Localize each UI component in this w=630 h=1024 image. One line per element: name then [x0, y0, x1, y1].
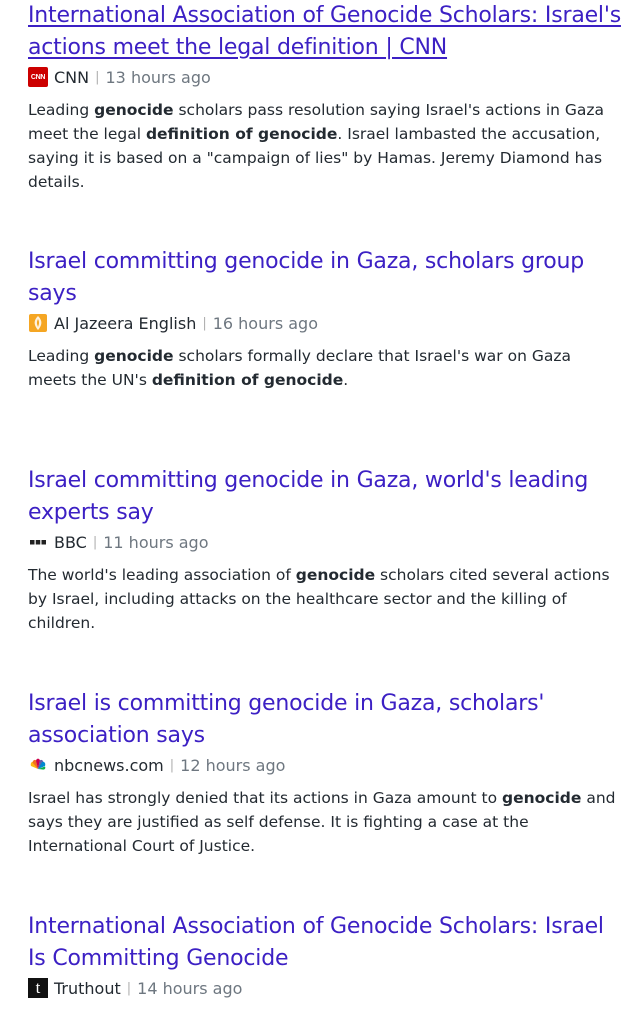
news-result-title: International Association of Genocide Sc…: [28, 0, 624, 64]
news-result-meta: CNN CNN | 13 hours ago: [28, 66, 624, 88]
snippet-text: Leading: [28, 347, 95, 365]
snippet-highlight: definition of genocide: [151, 371, 344, 389]
news-snippet: Leading genocide scholars pass resolutio…: [28, 98, 624, 194]
news-result-meta: t Truthout | 14 hours ago: [28, 977, 624, 999]
news-timestamp: 14 hours ago: [137, 978, 243, 998]
truthout-logo-icon: t: [28, 978, 48, 998]
news-result: Israel committing genocide in Gaza, scho…: [28, 246, 624, 392]
aljazeera-logo-icon: [28, 313, 48, 333]
news-result-link[interactable]: Israel is committing genocide in Gaza, s…: [28, 691, 544, 748]
snippet-highlight: genocide: [94, 347, 174, 365]
snippet-text: Leading: [28, 101, 95, 119]
meta-separator: |: [95, 69, 100, 85]
news-result: International Association of Genocide Sc…: [28, 0, 624, 194]
news-result-title: Israel is committing genocide in Gaza, s…: [28, 688, 624, 752]
cnn-logo-icon: CNN: [28, 67, 48, 87]
news-snippet: Israel has strongly denied that its acti…: [28, 786, 624, 858]
news-timestamp: 13 hours ago: [105, 67, 211, 87]
news-snippet: The world's leading association of genoc…: [28, 563, 624, 635]
snippet-text: .: [343, 371, 349, 389]
meta-separator: |: [169, 757, 175, 773]
snippet-text: Israel has strongly denied that its acti…: [28, 789, 503, 807]
news-result-link[interactable]: International Association of Genocide Sc…: [28, 914, 604, 971]
snippet-highlight: definition of genocide: [145, 125, 338, 143]
news-result-title: Israel committing genocide in Gaza, worl…: [28, 465, 624, 529]
news-result-meta: BBC | 11 hours ago: [28, 531, 624, 553]
news-result-meta: nbcnews.com | 12 hours ago: [28, 754, 624, 776]
news-source: nbcnews.com: [54, 755, 164, 775]
nbc-peacock-logo-icon: [28, 755, 48, 775]
snippet-text: The world's leading association of: [28, 566, 296, 584]
news-result-title: Israel committing genocide in Gaza, scho…: [28, 246, 624, 310]
news-result: Israel committing genocide in Gaza, worl…: [28, 465, 624, 635]
meta-separator: |: [92, 534, 98, 550]
news-result-link[interactable]: International Association of Genocide Sc…: [28, 3, 621, 60]
meta-separator: |: [202, 315, 207, 331]
snippet-highlight: genocide: [502, 789, 582, 807]
news-timestamp: 16 hours ago: [212, 313, 318, 333]
meta-separator: |: [126, 980, 132, 996]
news-result-link[interactable]: Israel committing genocide in Gaza, worl…: [28, 468, 588, 525]
news-source: BBC: [54, 532, 87, 552]
bbc-logo-icon: [28, 532, 48, 552]
snippet-highlight: genocide: [94, 101, 174, 119]
news-result: International Association of Genocide Sc…: [28, 911, 624, 999]
news-timestamp: 11 hours ago: [103, 532, 209, 552]
news-result-title: International Association of Genocide Sc…: [28, 911, 624, 975]
news-source: CNN: [54, 67, 90, 87]
news-timestamp: 12 hours ago: [180, 755, 286, 775]
news-result-link[interactable]: Israel committing genocide in Gaza, scho…: [28, 249, 584, 306]
snippet-highlight: genocide: [295, 566, 376, 584]
news-snippet: Leading genocide scholars formally decla…: [28, 344, 624, 392]
news-result: Israel is committing genocide in Gaza, s…: [28, 688, 624, 858]
news-source: Truthout: [54, 978, 121, 998]
news-source: Al Jazeera English: [54, 313, 197, 333]
news-result-meta: Al Jazeera English | 16 hours ago: [28, 312, 624, 334]
